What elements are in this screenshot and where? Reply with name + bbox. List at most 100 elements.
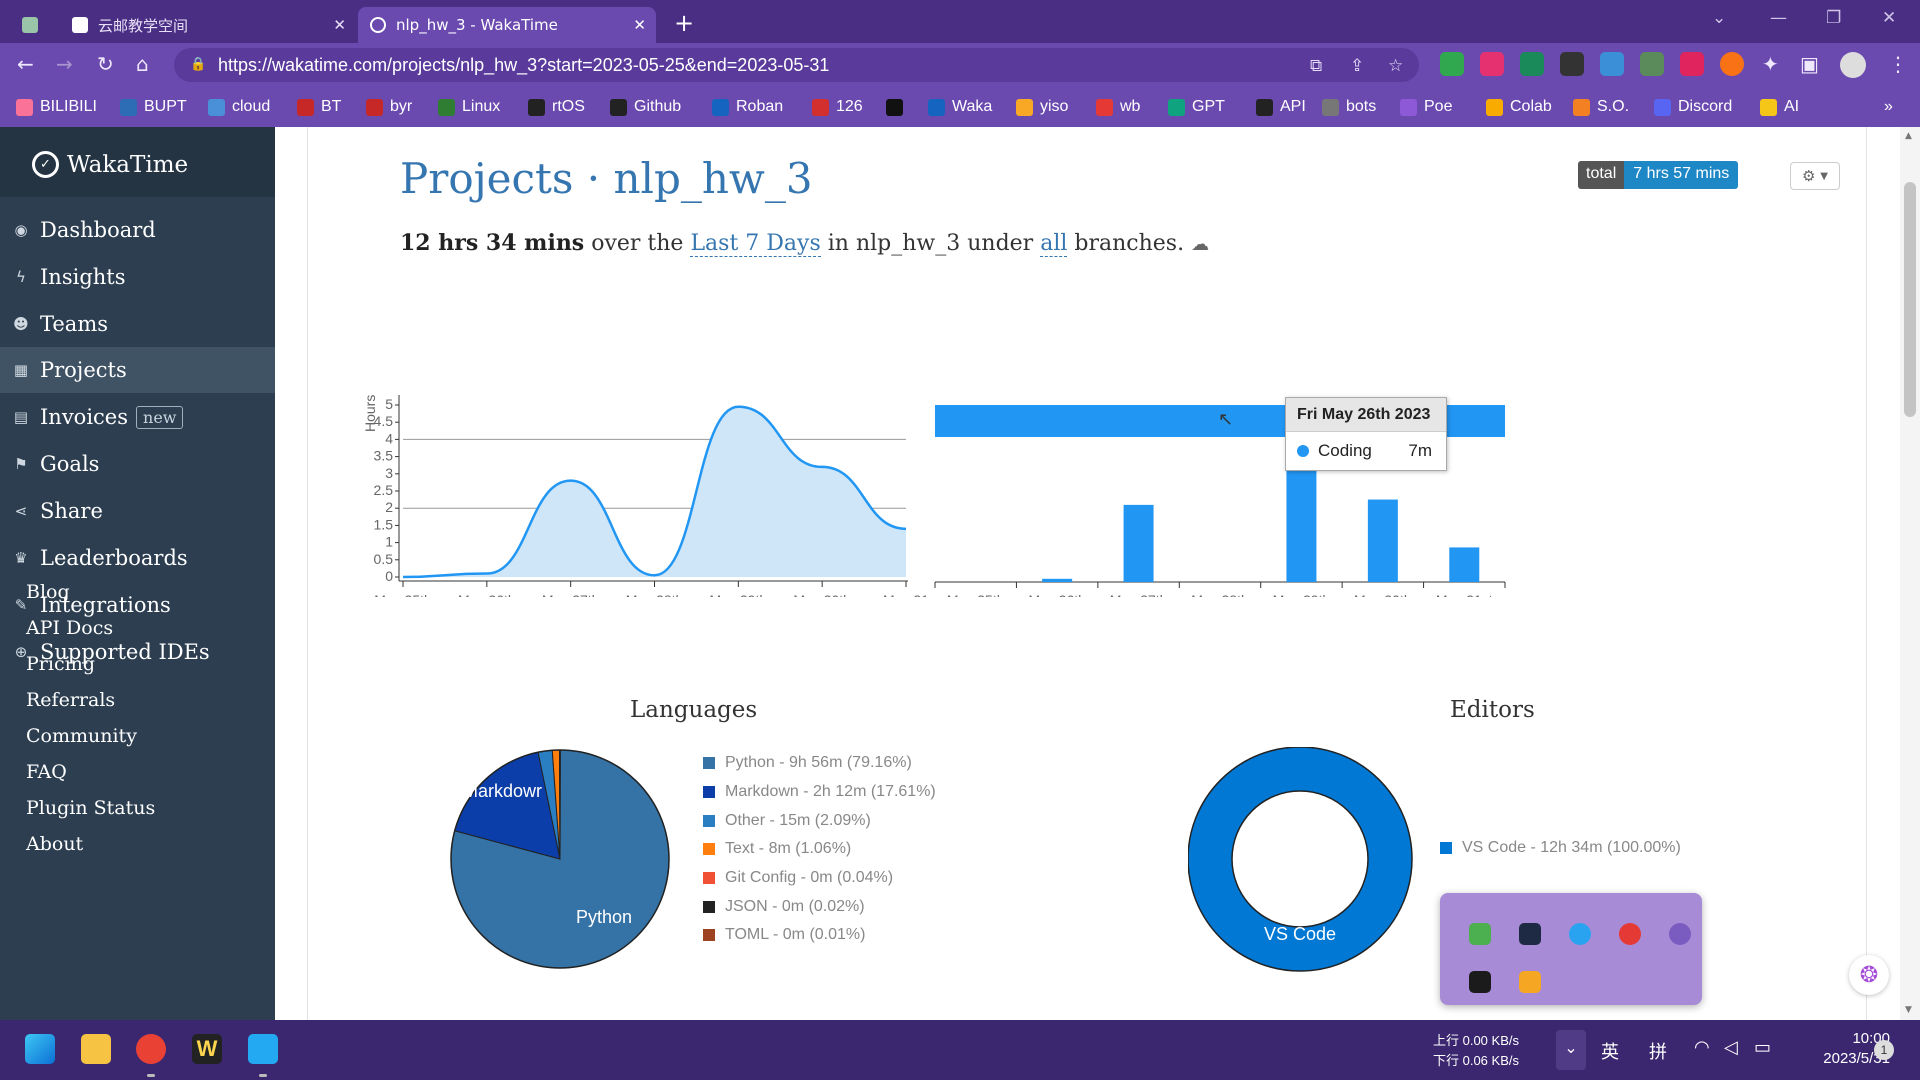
bar[interactable] xyxy=(1123,504,1154,582)
bookmark-item[interactable]: Roban xyxy=(712,96,783,118)
bookmark-item[interactable]: Poe xyxy=(1400,96,1452,118)
bookmark-item[interactable]: BUPT xyxy=(120,96,187,118)
lock-icon[interactable]: 🔒 xyxy=(190,56,206,72)
brand-logo-link[interactable]: ✓ WakaTime xyxy=(32,151,188,178)
tab-close-icon[interactable]: ✕ xyxy=(333,16,346,34)
footer-link-api-docs[interactable]: API Docs xyxy=(26,617,113,639)
extension-puzzle-grid-icon[interactable] xyxy=(1600,52,1624,76)
bookmark-item[interactable]: S.O. xyxy=(1573,96,1629,118)
bookmark-star-icon[interactable]: ☆ xyxy=(1388,56,1403,76)
battery-icon[interactable]: ▭ xyxy=(1754,1037,1771,1058)
tab-wakatime[interactable]: nlp_hw_3 - WakaTime ✕ xyxy=(358,7,656,43)
scroll-thumb[interactable] xyxy=(1904,182,1916,417)
page-scrollbar[interactable]: ▲ ▼ xyxy=(1900,127,1920,1020)
extension-s-icon[interactable] xyxy=(1520,52,1544,76)
extension-mail-icon[interactable] xyxy=(1440,52,1464,76)
tab-close-icon[interactable]: ✕ xyxy=(633,16,646,34)
footer-link-plugin-status[interactable]: Plugin Status xyxy=(26,797,155,819)
tray-app-nvidia-icon[interactable] xyxy=(1469,971,1491,993)
extension-feather-icon[interactable] xyxy=(1480,52,1504,76)
close-window-button[interactable]: ✕ xyxy=(1882,8,1896,28)
bar[interactable] xyxy=(1042,578,1073,582)
side-panel-icon[interactable]: ▣ xyxy=(1800,52,1819,76)
footer-link-faq[interactable]: FAQ xyxy=(26,761,67,783)
footer-link-pricing[interactable]: Pricing xyxy=(26,653,95,675)
extension-orange-icon[interactable] xyxy=(1720,52,1744,76)
bookmark-item[interactable]: API xyxy=(1256,96,1306,118)
back-arrow-icon[interactable]: ← xyxy=(17,52,34,76)
file-explorer-icon[interactable] xyxy=(81,1034,111,1064)
bookmark-item[interactable]: cloud xyxy=(208,96,270,118)
wifi-icon[interactable]: ◠ xyxy=(1694,1037,1710,1058)
tray-chevron-up-icon[interactable]: ⌄ xyxy=(1556,1030,1586,1070)
windows-start-icon[interactable] xyxy=(25,1034,55,1064)
ai-assistant-brain-icon[interactable]: ❂ xyxy=(1849,955,1889,995)
bookmark-item[interactable]: Linux xyxy=(438,96,500,118)
sidebar-item-share[interactable]: ⋖ Share xyxy=(0,488,275,534)
tray-app-shield-icon[interactable] xyxy=(1519,971,1541,993)
footer-link-blog[interactable]: Blog xyxy=(26,581,70,603)
extension-red-s-icon[interactable] xyxy=(1680,52,1704,76)
tray-app-cloud-icon[interactable] xyxy=(1569,923,1591,945)
bookmark-item[interactable]: Github xyxy=(610,96,681,118)
sidebar-item-goals[interactable]: ⚑ Goals xyxy=(0,441,275,487)
bookmark-item[interactable]: yiso xyxy=(1016,96,1068,118)
bookmark-item[interactable]: rtOS xyxy=(528,96,585,118)
sidebar-item-leaderboards[interactable]: ♛ Leaderboards xyxy=(0,535,275,581)
extensions-puzzle-icon[interactable]: ✦ xyxy=(1762,52,1779,76)
bookmark-item[interactable]: AI xyxy=(1760,96,1799,118)
tab-search-button[interactable] xyxy=(14,7,46,43)
sidebar-item-invoices[interactable]: ▤ Invoices new xyxy=(0,394,275,440)
bar[interactable] xyxy=(1449,547,1480,582)
open-external-icon[interactable]: ⧉ xyxy=(1310,56,1322,76)
reload-icon[interactable]: ↻ xyxy=(97,52,114,76)
bookmark-item[interactable]: 126 xyxy=(812,96,863,118)
tab-yunyou[interactable]: 云邮教学空间 ✕ xyxy=(60,7,356,43)
forward-arrow-icon[interactable]: → xyxy=(56,52,73,76)
ime-mode-indicator[interactable]: 拼 xyxy=(1649,1038,1667,1064)
footer-link-about[interactable]: About xyxy=(26,833,83,855)
footer-link-referrals[interactable]: Referrals xyxy=(26,689,115,711)
notification-badge[interactable]: 1 xyxy=(1874,1040,1894,1060)
bar[interactable] xyxy=(1286,457,1317,582)
browser-menu-icon[interactable]: ⋮ xyxy=(1888,52,1908,76)
ime-language-indicator[interactable]: 英 xyxy=(1601,1038,1619,1064)
home-icon[interactable]: ⌂ xyxy=(136,52,149,76)
scroll-up-icon[interactable]: ▲ xyxy=(1905,131,1912,141)
share-page-icon[interactable]: ⇪ xyxy=(1350,56,1364,76)
settings-dropdown-button[interactable]: ⚙ ▼ xyxy=(1790,162,1840,190)
bar[interactable] xyxy=(1367,499,1398,582)
new-tab-button[interactable]: + xyxy=(674,9,694,37)
bookmark-item[interactable]: bots xyxy=(1322,96,1376,118)
sidebar-item-insights[interactable]: ϟ Insights xyxy=(0,254,275,300)
date-range-dropdown[interactable]: Last 7 Days xyxy=(690,231,821,257)
maximize-button[interactable]: ❐ xyxy=(1826,8,1841,28)
profile-avatar[interactable] xyxy=(1840,52,1866,78)
extension-glasses-icon[interactable] xyxy=(1560,52,1584,76)
wps-taskbar-icon[interactable]: W xyxy=(192,1034,222,1064)
bookmark-item[interactable]: Colab xyxy=(1486,96,1552,118)
extension-timer-icon[interactable] xyxy=(1640,52,1664,76)
bookmark-item[interactable]: Discord xyxy=(1654,96,1732,118)
sidebar-item-projects[interactable]: ▦ Projects xyxy=(0,347,275,393)
volume-muted-icon[interactable]: ◁ xyxy=(1724,1037,1738,1058)
cloud-download-icon[interactable]: ☁ xyxy=(1191,234,1209,255)
sidebar-item-dashboard[interactable]: ◉ Dashboard xyxy=(0,207,275,253)
sidebar-item-teams[interactable]: ☻ Teams xyxy=(0,301,275,347)
scroll-down-icon[interactable]: ▼ xyxy=(1905,1005,1912,1015)
minimize-button[interactable]: — xyxy=(1770,8,1787,28)
bookmark-item[interactable]: Waka xyxy=(928,96,992,118)
tab-list-icon[interactable]: ⌄ xyxy=(1712,8,1726,28)
tray-app-globe-icon[interactable] xyxy=(1469,923,1491,945)
tray-app-chrome-icon[interactable] xyxy=(1619,923,1641,945)
bookmark-item[interactable]: wb xyxy=(1096,96,1140,118)
more-bookmarks-icon[interactable]: » xyxy=(1884,96,1893,118)
bookmark-item[interactable]: GPT xyxy=(1168,96,1225,118)
branch-dropdown[interactable]: all xyxy=(1040,231,1068,257)
bookmark-item[interactable]: byr xyxy=(366,96,412,118)
bookmark-item[interactable] xyxy=(886,96,910,118)
chrome-taskbar-icon[interactable] xyxy=(136,1034,166,1064)
tray-app-hex-icon[interactable] xyxy=(1519,923,1541,945)
address-bar[interactable]: 🔒 https://wakatime.com/projects/nlp_hw_3… xyxy=(174,48,1419,82)
tray-app-wave-icon[interactable] xyxy=(1669,923,1691,945)
